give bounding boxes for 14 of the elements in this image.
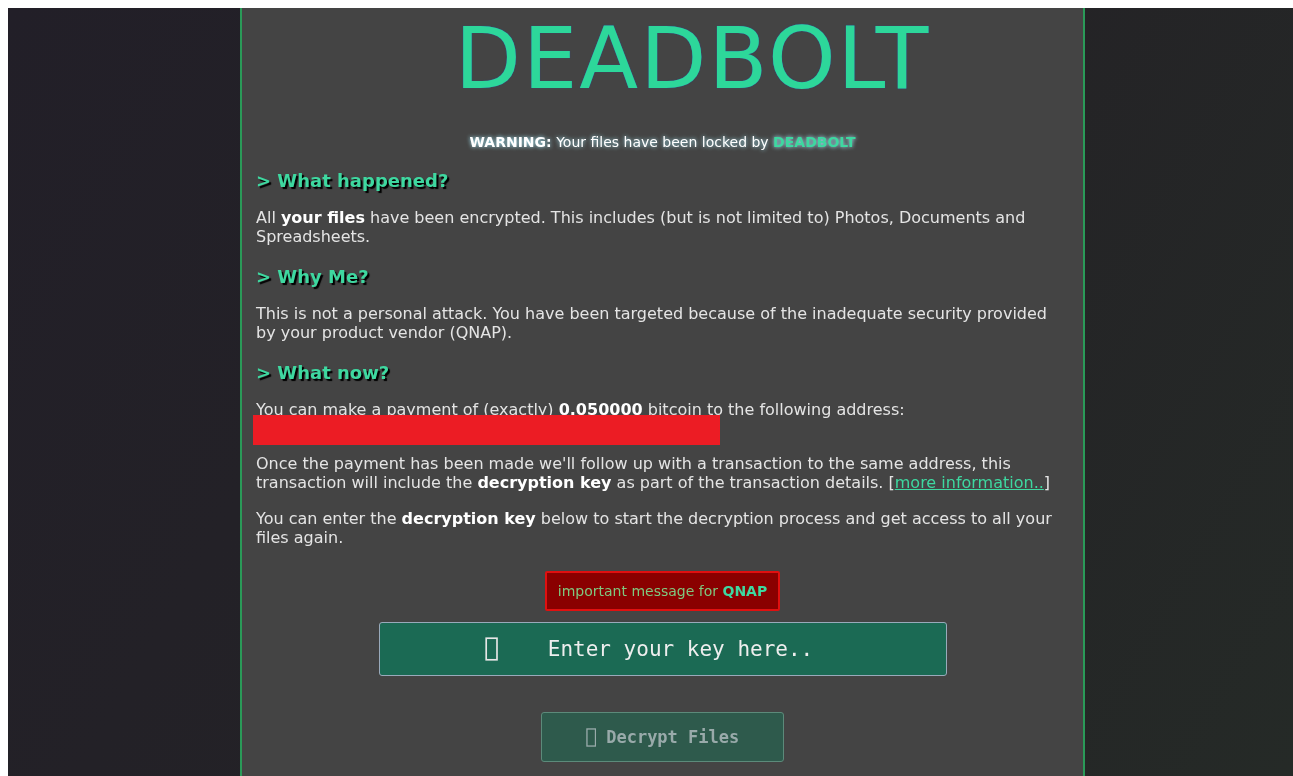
more-information-link[interactable]: more information.. [894,473,1044,492]
important-message-button[interactable]: important message for QNAP [544,571,781,611]
paragraph-text: This is not a personal attack. You have been targeted because of the inadequate security provided by your product vendor (QNAP). [256,304,1048,342]
paragraph-text: You can enter the decryption key below to start the decryption process and get access to all your files again. [256,509,1053,547]
section-heading: > What happened? [256,170,450,191]
warning-text: WARNING: Your files have been locked by DEADBOLT [469,134,856,150]
section-heading: > What now? [256,362,391,383]
paragraph-text: Once the payment has been made we'll follow up with a transaction to the same address, this transaction will include the decryption key as part of the transaction details. [more information..] [256,454,1052,492]
paragraph-text: All your files have been encrypted. This includes (but is not limited to) Photos, Documents and Spreadsheets. [256,208,1027,246]
section-heading: > Why Me? [256,266,370,287]
missing-glyph-icon [585,727,597,747]
key-input-field[interactable]: Enter your key here.. [378,622,947,676]
missing-glyph-icon [484,637,498,661]
logo-title: DEADBOLT [454,10,931,106]
